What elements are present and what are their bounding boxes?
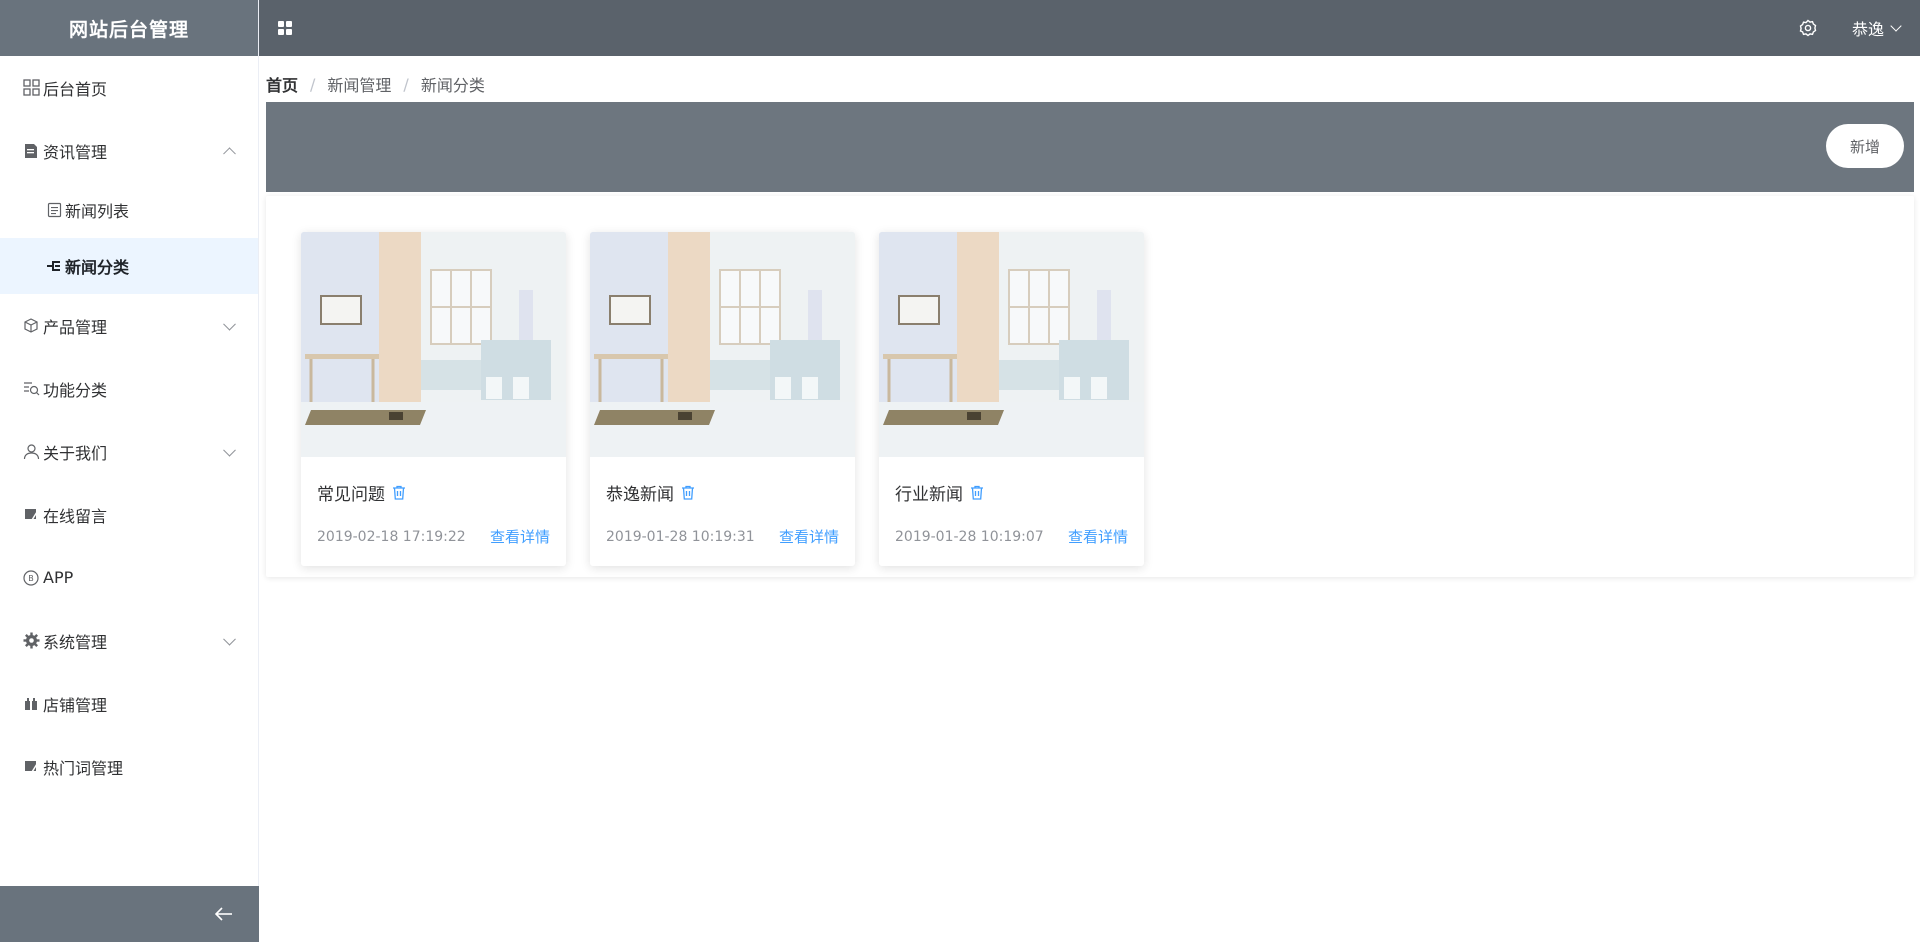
card-title-row: 常见问题 <box>317 480 406 505</box>
card-title: 恭逸新闻 <box>606 485 674 505</box>
category-card: 行业新闻 2019-01-28 10:19:07 查看详情 <box>879 232 1144 566</box>
view-details-link[interactable]: 查看详情 <box>490 526 550 547</box>
sidebar: 网站后台管理 后台首页 资讯管理 新闻列表 新闻分类 产品管理 功能分类 关于我… <box>0 0 259 942</box>
sidebar-item-shop[interactable]: 店铺管理 <box>0 672 258 735</box>
sidebar-item-label: 热门词管理 <box>43 758 124 778</box>
shop-icon <box>22 695 40 713</box>
sidebar-item-label: 功能分类 <box>43 380 108 400</box>
sidebar-item-label: 产品管理 <box>43 317 108 337</box>
sidebar-item-label: 新闻分类 <box>65 258 130 277</box>
sidebar-item-label: APP <box>43 568 74 587</box>
sidebar-item-label: 新闻列表 <box>65 202 130 221</box>
user-dropdown[interactable]: 恭逸 <box>1851 16 1902 40</box>
breadcrumb: 首页 / 新闻管理 / 新闻分类 <box>266 72 485 96</box>
sidebar-item-label: 在线留言 <box>43 506 108 526</box>
chevron-down-icon <box>1890 19 1902 32</box>
chevron-down-icon <box>223 632 236 646</box>
app-icon: B <box>22 569 40 587</box>
user-icon <box>22 443 40 461</box>
sidebar-item-hot-words[interactable]: 热门词管理 <box>0 735 258 798</box>
message-icon <box>22 506 40 524</box>
trash-icon[interactable] <box>392 485 406 500</box>
card-date: 2019-01-28 10:19:31 <box>606 528 755 545</box>
sidebar-item-products[interactable]: 产品管理 <box>0 294 258 357</box>
hotword-icon <box>22 758 40 776</box>
settings-icon[interactable] <box>1799 19 1817 37</box>
card-image <box>879 232 1144 457</box>
card-date: 2019-02-18 17:19:22 <box>317 528 466 545</box>
box-icon <box>22 317 40 335</box>
view-details-link[interactable]: 查看详情 <box>779 526 839 547</box>
user-name: 恭逸 <box>1851 20 1884 39</box>
card-image <box>590 232 855 457</box>
sidebar-item-label: 关于我们 <box>43 443 108 463</box>
trash-icon[interactable] <box>970 485 984 500</box>
breadcrumb-home[interactable]: 首页 <box>266 72 298 96</box>
card-footer: 2019-02-18 17:19:22 查看详情 <box>317 526 550 547</box>
sidebar-subitem-news-category[interactable]: 新闻分类 <box>0 238 258 294</box>
sidebar-menu: 后台首页 资讯管理 新闻列表 新闻分类 产品管理 功能分类 关于我们 在线留言 … <box>0 56 258 798</box>
category-card: 常见问题 2019-02-18 17:19:22 查看详情 <box>301 232 566 566</box>
chevron-down-icon <box>223 317 236 331</box>
card-image <box>301 232 566 457</box>
category-icon <box>45 257 63 275</box>
sidebar-collapse-button[interactable] <box>0 886 259 942</box>
add-button[interactable]: 新增 <box>1826 124 1904 168</box>
chevron-down-icon <box>223 443 236 457</box>
breadcrumb-separator: / <box>310 74 316 94</box>
sidebar-item-label: 后台首页 <box>43 79 108 99</box>
dashboard-icon <box>22 79 40 97</box>
card-footer: 2019-01-28 10:19:07 查看详情 <box>895 526 1128 547</box>
arrow-left-icon <box>215 907 233 921</box>
sidebar-subitem-news-list[interactable]: 新闻列表 <box>0 182 258 238</box>
sidebar-item-app[interactable]: B APP <box>0 546 258 609</box>
card-title: 常见问题 <box>317 485 385 505</box>
breadcrumb-news-management: 新闻管理 <box>327 76 392 95</box>
sidebar-item-label: 店铺管理 <box>43 695 108 715</box>
apps-grid-icon[interactable] <box>278 21 292 35</box>
sidebar-item-about-us[interactable]: 关于我们 <box>0 420 258 483</box>
sidebar-item-label: 系统管理 <box>43 632 108 652</box>
svg-text:B: B <box>28 574 34 583</box>
sidebar-item-function-category[interactable]: 功能分类 <box>0 357 258 420</box>
card-title-row: 恭逸新闻 <box>606 480 695 505</box>
header-right: 恭逸 <box>1799 16 1920 40</box>
card-date: 2019-01-28 10:19:07 <box>895 528 1044 545</box>
category-card-panel: 常见问题 2019-02-18 17:19:22 查看详情 恭逸新闻 2019-… <box>266 196 1914 577</box>
view-details-link[interactable]: 查看详情 <box>1068 526 1128 547</box>
card-title-row: 行业新闻 <box>895 480 984 505</box>
top-bar: 恭逸 <box>259 0 1920 56</box>
sidebar-item-dashboard[interactable]: 后台首页 <box>0 56 258 119</box>
sidebar-item-system[interactable]: 系统管理 <box>0 609 258 672</box>
card-title: 行业新闻 <box>895 485 963 505</box>
chevron-up-icon <box>223 146 236 160</box>
card-footer: 2019-01-28 10:19:31 查看详情 <box>606 526 839 547</box>
sidebar-item-news-management[interactable]: 资讯管理 <box>0 119 258 182</box>
breadcrumb-separator: / <box>403 74 409 94</box>
sidebar-item-label: 资讯管理 <box>43 142 108 162</box>
app-title: 网站后台管理 <box>0 0 258 56</box>
search-list-icon <box>22 380 40 398</box>
category-card: 恭逸新闻 2019-01-28 10:19:31 查看详情 <box>590 232 855 566</box>
list-icon <box>45 201 63 219</box>
breadcrumb-news-category: 新闻分类 <box>420 76 485 95</box>
gear-icon <box>22 632 40 650</box>
sidebar-item-online-message[interactable]: 在线留言 <box>0 483 258 546</box>
toolbar: 新增 <box>266 102 1914 192</box>
trash-icon[interactable] <box>681 485 695 500</box>
document-icon <box>22 142 40 160</box>
